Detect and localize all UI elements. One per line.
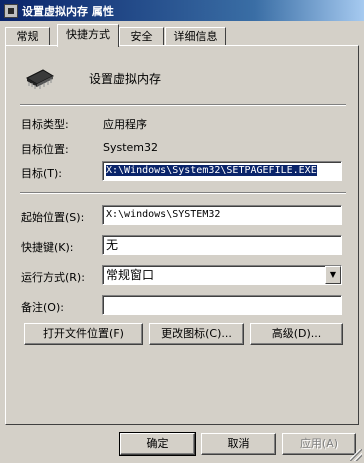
hotkey-field[interactable]: 无 <box>102 235 342 255</box>
target-location-label: 目标位置: <box>21 143 69 156</box>
run-label: 运行方式(R): <box>21 271 85 284</box>
change-icon-button[interactable]: 更改图标(C)... <box>149 323 244 345</box>
tab-security[interactable]: 安全 <box>119 27 164 46</box>
target-type-value: 应用程序 <box>103 118 147 131</box>
run-value: 常规窗口 <box>106 268 155 282</box>
start-in-label: 起始位置(S): <box>21 211 85 224</box>
open-file-location-button[interactable]: 打开文件位置(F) <box>24 323 143 345</box>
divider <box>20 192 346 194</box>
start-in-field[interactable]: X:\windows\SYSTEM32 <box>102 205 342 225</box>
tab-strip: 常规 快捷方式 安全 详细信息 <box>0 24 364 47</box>
shortcut-name: 设置虚拟内存 <box>89 72 162 86</box>
resize-grip-icon[interactable] <box>350 449 362 461</box>
apply-button[interactable]: 应用(A) <box>282 433 356 455</box>
tab-general[interactable]: 常规 <box>5 27 50 46</box>
tab-shortcut[interactable]: 快捷方式 <box>57 24 119 47</box>
target-field[interactable]: X:\Windows\System32\SETPAGEFILE.EXE <box>102 161 342 181</box>
target-type-label: 目标类型: <box>21 118 69 131</box>
memory-chip-icon <box>25 69 55 89</box>
window-title: 设置虚拟内存 属性 <box>22 4 114 18</box>
ok-button[interactable]: 确定 <box>119 432 196 456</box>
comment-label: 备注(O): <box>21 301 64 314</box>
advanced-button[interactable]: 高级(D)... <box>250 323 343 345</box>
hotkey-label: 快捷键(K): <box>21 241 74 254</box>
title-bar[interactable]: 设置虚拟内存 属性 <box>0 0 364 21</box>
shortcut-panel: 设置虚拟内存 目标类型: 应用程序 目标位置: System32 目标(T): … <box>5 45 359 425</box>
dropdown-arrow-icon[interactable]: ▼ <box>325 266 341 284</box>
divider <box>20 104 346 106</box>
target-label: 目标(T): <box>21 167 63 180</box>
run-select[interactable]: 常规窗口 ▼ <box>102 265 342 285</box>
cancel-button[interactable]: 取消 <box>201 433 276 455</box>
target-location-value: System32 <box>103 141 159 154</box>
target-value: X:\Windows\System32\SETPAGEFILE.EXE <box>106 165 317 176</box>
comment-field[interactable] <box>102 295 342 315</box>
tab-details[interactable]: 详细信息 <box>165 27 226 46</box>
chip-icon <box>4 3 18 18</box>
